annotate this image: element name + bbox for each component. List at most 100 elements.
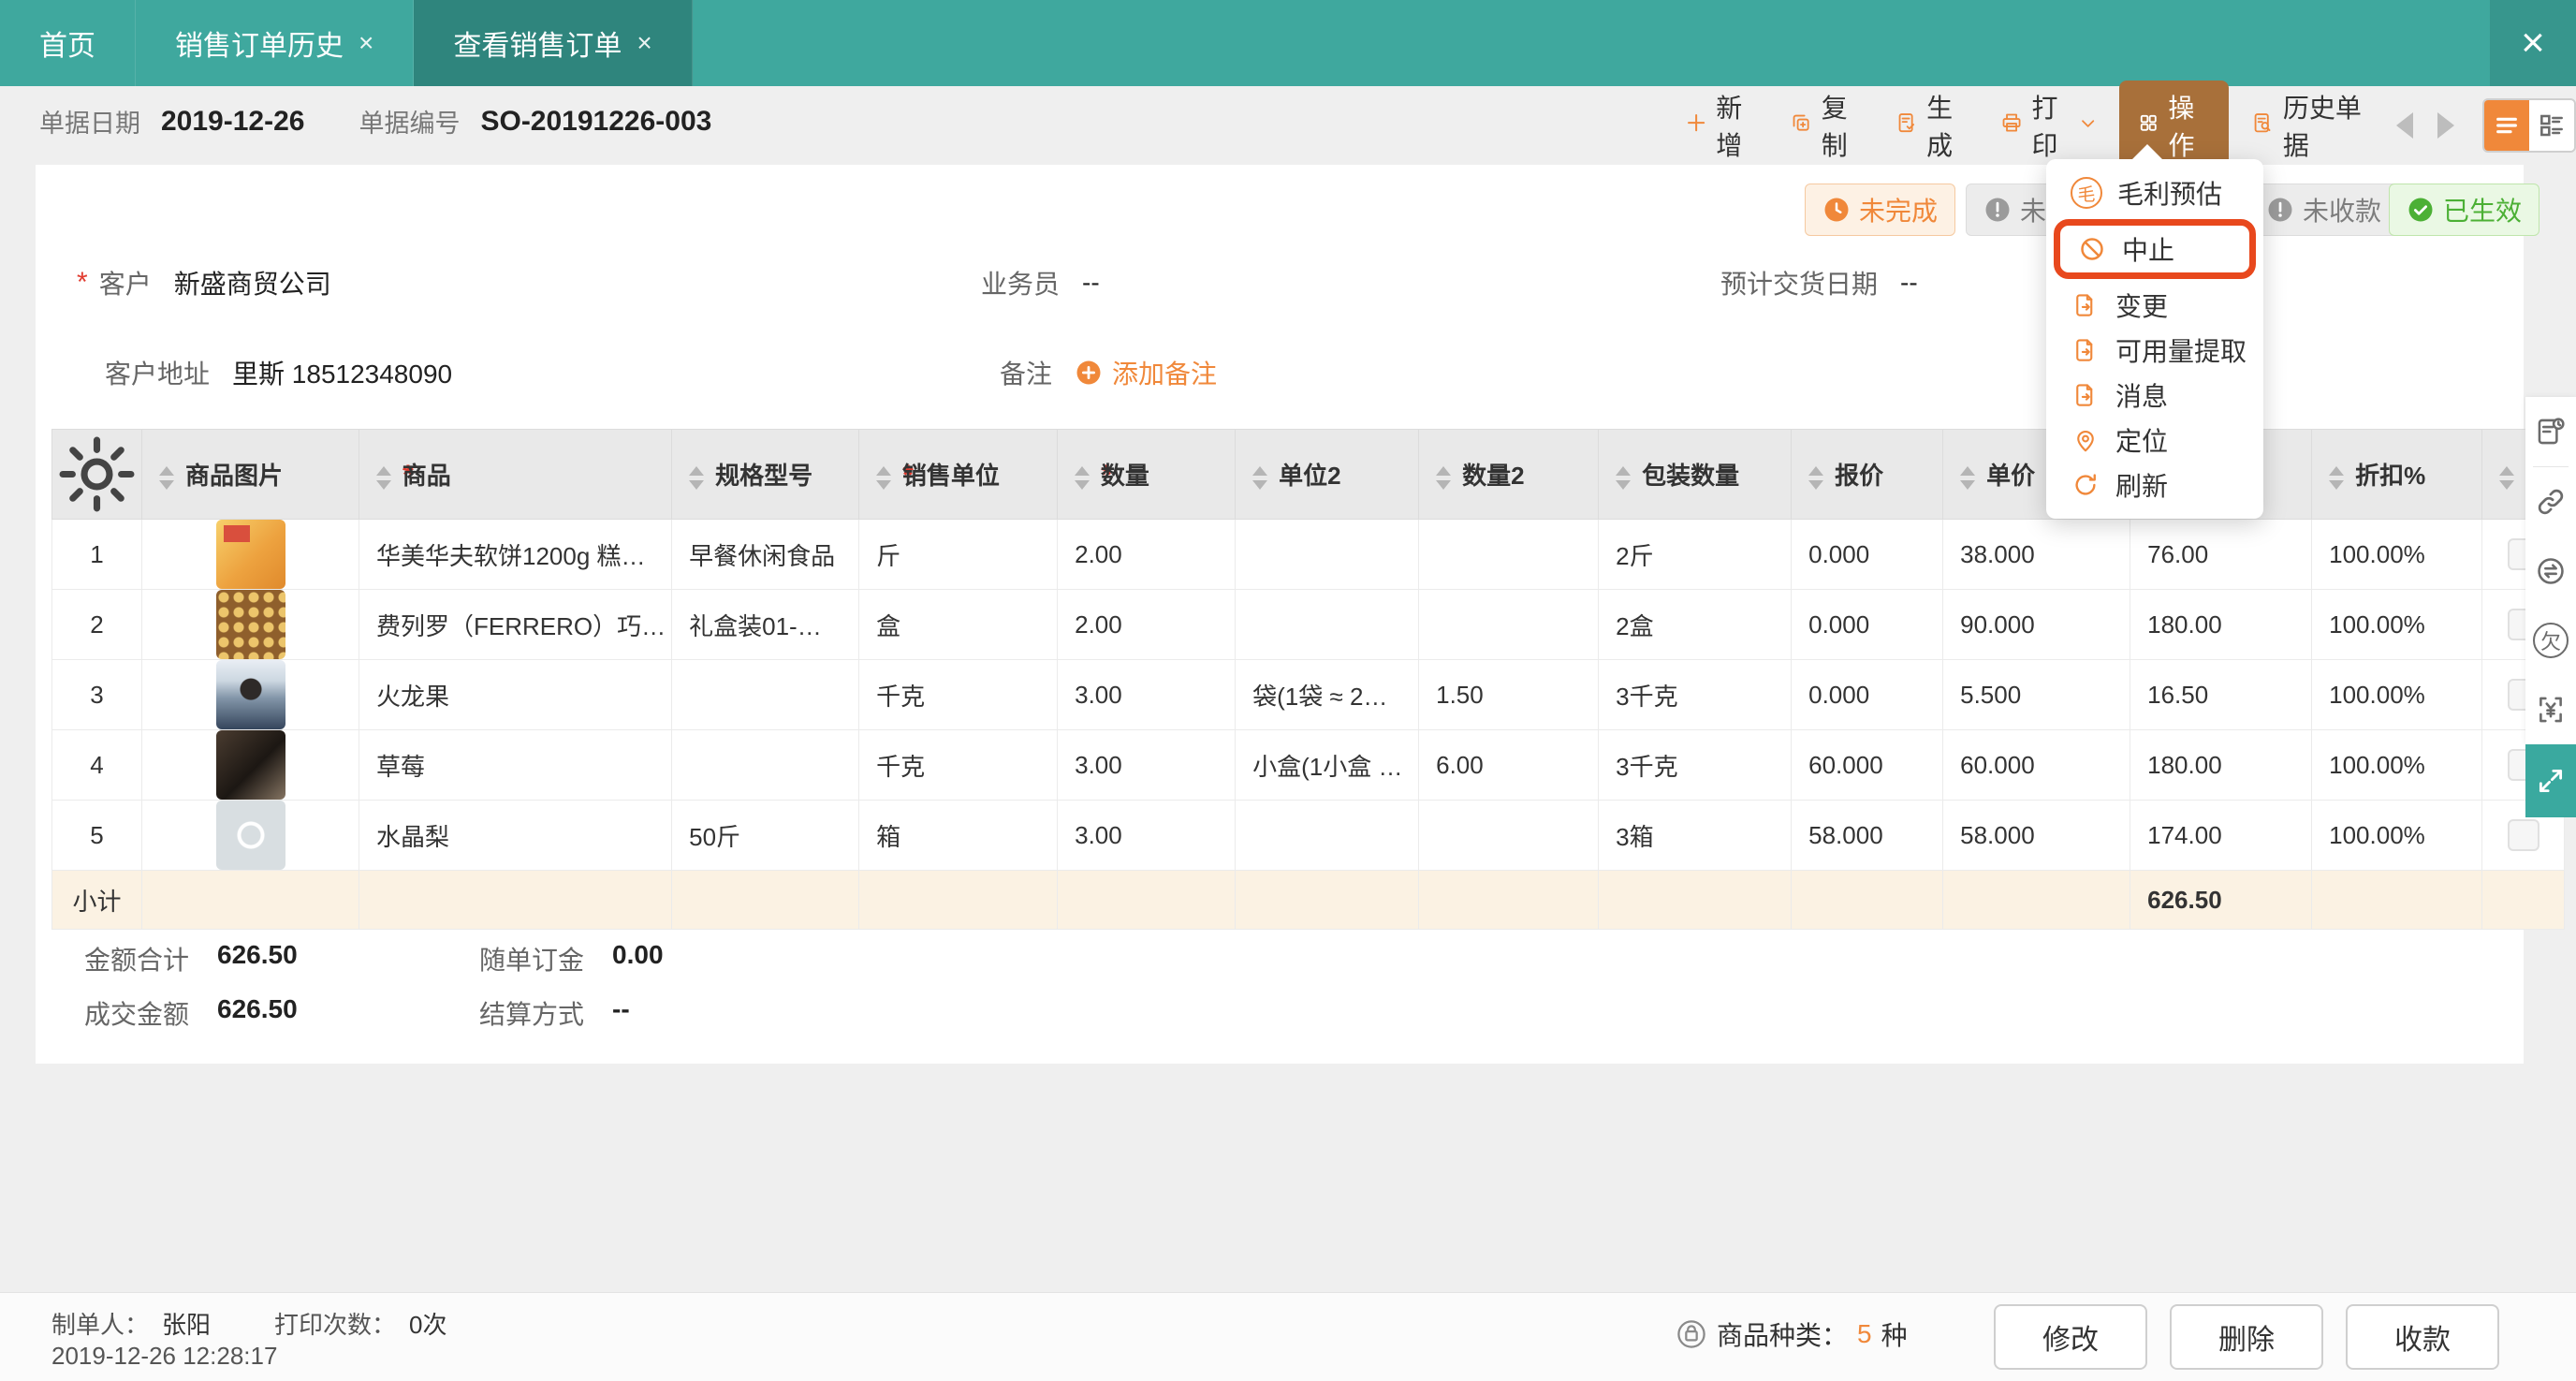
col-header-7[interactable]: 数量2: [1418, 429, 1600, 520]
sort-icon[interactable]: [2329, 465, 2345, 490]
list-view-button[interactable]: [2484, 100, 2530, 151]
menu-item-1[interactable]: 毛毛利预估: [2046, 170, 2263, 215]
sort-icon[interactable]: [1436, 465, 1452, 490]
menu-item-label: 定位: [2115, 427, 2169, 456]
col-header-0[interactable]: [51, 429, 142, 520]
tab-history-label: 销售订单历史: [175, 31, 344, 62]
product-image[interactable]: [215, 660, 285, 729]
modify-button[interactable]: 修改: [1994, 1304, 2147, 1370]
pin-icon: [2071, 425, 2100, 455]
doc-icon: [2071, 290, 2100, 320]
menu-item-2[interactable]: 中止: [2054, 219, 2256, 279]
col-label: 包装数量: [1642, 462, 1740, 490]
receive-payment-button[interactable]: 收款: [2346, 1304, 2499, 1370]
right-icon-rail: 欠: [2525, 397, 2576, 817]
copy-button[interactable]: 复制: [1780, 88, 1872, 163]
tab-home[interactable]: 首页: [0, 0, 136, 86]
settlement-value: --: [612, 994, 630, 1023]
col-header-12[interactable]: 折扣%: [2311, 429, 2483, 520]
col-label: 销售单位: [901, 462, 1000, 490]
col-header-5[interactable]: *数量: [1057, 429, 1237, 520]
menu-item-5[interactable]: 消息: [2046, 373, 2263, 418]
checkmark-icon: [2407, 196, 2435, 224]
col-header-3[interactable]: 规格型号: [671, 429, 860, 520]
menu-item-6[interactable]: 定位: [2046, 418, 2263, 463]
sort-icon[interactable]: [2499, 465, 2515, 490]
close-tab-icon[interactable]: ×: [637, 28, 651, 58]
money-button[interactable]: [2525, 675, 2576, 744]
tab-view-label: 查看销售订单: [453, 31, 622, 62]
sort-icon[interactable]: [1616, 465, 1632, 490]
subtotal-cell: [1235, 870, 1420, 930]
cell-qty: 3.00: [1057, 800, 1237, 871]
col-header-2[interactable]: *商品: [358, 429, 673, 520]
col-header-9[interactable]: 报价: [1791, 429, 1944, 520]
sort-icon[interactable]: [876, 465, 892, 490]
next-page-icon[interactable]: [2437, 112, 2455, 139]
chevron-down-icon[interactable]: [2079, 114, 2097, 137]
prev-page-icon[interactable]: [2396, 112, 2414, 139]
exchange-button[interactable]: [2525, 536, 2576, 606]
sort-icon[interactable]: [376, 465, 391, 490]
cell-pack: 2斤: [1598, 519, 1793, 590]
settlement-field: 结算方式 --: [479, 994, 630, 1032]
printer-icon: [2000, 111, 2023, 140]
menu-item-7[interactable]: 刷新: [2046, 463, 2263, 507]
product-image[interactable]: [215, 520, 285, 589]
doc-history-button[interactable]: [2525, 397, 2576, 466]
sort-icon[interactable]: [1252, 465, 1268, 490]
status-badge-effective: 已生效: [2389, 184, 2540, 236]
cell-qty2: [1418, 589, 1600, 660]
status-badge-unfinished: 未完成: [1805, 184, 1956, 236]
card-view-button[interactable]: [2529, 100, 2574, 151]
col-label: 商品图片: [185, 462, 284, 490]
total-amount-field: 金额合计 626.50: [84, 940, 298, 977]
generate-button[interactable]: 生成: [1886, 88, 1978, 163]
sort-icon[interactable]: [1075, 465, 1090, 490]
col-header-4[interactable]: *销售单位: [858, 429, 1059, 520]
print-button[interactable]: 打印: [1991, 88, 2105, 163]
cell-unit2: 袋(1袋 ≈ 2…: [1235, 659, 1420, 730]
new-button[interactable]: 新增: [1676, 88, 1767, 163]
sort-icon[interactable]: [159, 465, 174, 490]
col-header-1[interactable]: 商品图片: [141, 429, 359, 520]
product-image[interactable]: [215, 590, 285, 659]
cell-unit: 盒: [858, 589, 1059, 660]
add-remark-button[interactable]: 添加备注: [1075, 354, 1217, 391]
col-header-6[interactable]: 单位2: [1235, 429, 1420, 520]
product-image[interactable]: [215, 730, 285, 800]
sort-icon[interactable]: [689, 465, 705, 490]
expand-icon: [2539, 769, 2563, 793]
delivery-date-value: --: [1900, 268, 1918, 297]
gear-icon[interactable]: [53, 431, 141, 519]
close-tab-icon[interactable]: ×: [359, 28, 373, 58]
product-image[interactable]: [215, 801, 285, 870]
cell-spec: [671, 729, 860, 801]
menu-item-label: 中止: [2122, 236, 2175, 265]
menu-item-3[interactable]: 变更: [2046, 283, 2263, 328]
expand-button[interactable]: [2525, 744, 2576, 817]
tab-view-sales-order[interactable]: 查看销售订单 ×: [414, 0, 693, 86]
created-timestamp: 2019-12-26 12:28:17: [51, 1342, 278, 1370]
history-doc-button[interactable]: 历史单据: [2242, 88, 2378, 163]
menu-item-label: 毛利预估: [2117, 180, 2223, 209]
debt-button[interactable]: 欠: [2525, 606, 2576, 675]
link-button[interactable]: [2525, 467, 2576, 536]
subtotal-cell: [1942, 870, 2131, 930]
cell-quote: 60.000: [1791, 729, 1944, 801]
sort-icon[interactable]: [1960, 465, 1976, 490]
total-amount-value: 626.50: [217, 940, 298, 969]
list-view-icon: [2496, 117, 2518, 134]
col-label: 折扣%: [2355, 462, 2426, 490]
cell-qty: 2.00: [1057, 589, 1237, 660]
table-row-4: 4 草莓 千克 3.00 小盒(1小盒 … 6.00 3千克 60.000 60.000 180.…: [51, 729, 2566, 801]
delete-button[interactable]: 删除: [2170, 1304, 2323, 1370]
sort-icon[interactable]: [1808, 465, 1824, 490]
cell-unit: 千克: [858, 659, 1059, 730]
document-header: 单据日期 2019-12-26 单据编号 SO-20191226-003: [39, 103, 745, 140]
menu-item-4[interactable]: 可用量提取: [2046, 328, 2263, 373]
tab-sales-order-history[interactable]: 销售订单历史 ×: [136, 0, 415, 86]
gift-checkbox[interactable]: [2507, 819, 2539, 851]
close-icon[interactable]: ×: [2490, 0, 2576, 86]
col-header-8[interactable]: 包装数量: [1598, 429, 1793, 520]
